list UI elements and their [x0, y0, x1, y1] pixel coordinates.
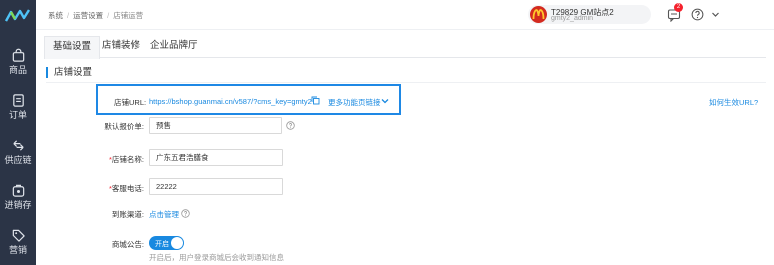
mcdonalds-logo-icon	[532, 9, 545, 20]
phone-label: *客服电话:	[64, 183, 144, 194]
toggle-knob	[171, 237, 183, 249]
avatar	[530, 6, 547, 23]
help-icon[interactable]	[691, 8, 704, 21]
question-icon[interactable]	[286, 121, 295, 130]
notice-hint: 开启后，用户登录商城后会收到通知信息	[149, 253, 284, 262]
tab-brand-hall[interactable]: 企业品牌厅	[142, 36, 206, 58]
breadcrumb: 系统 / 运营设置 / 店铺运营	[48, 10, 143, 21]
message-badge: 2	[674, 3, 683, 12]
breadcrumb-item[interactable]: 运营设置	[73, 11, 103, 20]
section-title: 店铺设置	[46, 67, 92, 78]
tag-icon	[12, 229, 25, 242]
supply-chain-icon	[12, 140, 24, 151]
toggle-label: 开启	[155, 241, 169, 248]
url-help-link[interactable]: 如何生效URL?	[709, 97, 758, 108]
channel-label: 到账渠道:	[111, 210, 144, 219]
sidebar-item-label: 供应链	[4, 155, 32, 165]
store-url-link[interactable]: https://bshop.guanmai.cn/v587/?cms_key=g…	[149, 97, 312, 106]
sidebar-item-goods[interactable]: 商品	[0, 48, 36, 76]
sidebar-item-marketing[interactable]: 营销	[0, 228, 36, 256]
user-menu[interactable]: T29829 GM站点2 gmty2_admin	[528, 5, 651, 24]
chevron-down-icon[interactable]	[711, 10, 720, 19]
inventory-icon	[12, 184, 24, 197]
phone-input[interactable]: 22222	[149, 178, 283, 195]
sidebar-item-label: 进销存	[4, 200, 32, 210]
notice-toggle[interactable]: 开启	[149, 236, 184, 250]
more-links-button[interactable]: 更多功能页链接	[328, 97, 381, 108]
store-name-label-text: 店铺名称:	[111, 155, 144, 164]
question-icon[interactable]	[181, 209, 190, 218]
manage-channel-link[interactable]: 点击管理	[149, 209, 179, 220]
copy-icon[interactable]	[311, 96, 320, 105]
app-logo[interactable]	[5, 8, 31, 24]
notice-label: 商城公告:	[111, 240, 144, 249]
tab-bar: 基础设置 店铺装修 企业品牌厅	[44, 36, 766, 59]
price-sheet-label: 默认报价单:	[104, 122, 144, 131]
chevron-down-icon[interactable]	[381, 97, 389, 105]
store-name-label: *店铺名称:	[64, 154, 144, 165]
breadcrumb-separator: /	[107, 11, 110, 20]
sidebar-item-label: 订单	[8, 110, 27, 120]
sidebar-item-supply-chain[interactable]: 供应链	[0, 138, 36, 166]
tab-basic-settings[interactable]: 基础设置	[44, 36, 101, 59]
section-divider	[46, 82, 766, 83]
bag-icon	[12, 48, 24, 62]
store-name-input[interactable]: 广东五君浩膳食	[149, 149, 283, 166]
sidebar-item-label: 营销	[8, 245, 27, 255]
tab-store-decoration[interactable]: 店铺装修	[94, 36, 148, 58]
top-header: 系统 / 运营设置 / 店铺运营	[36, 0, 774, 30]
sidebar-item-orders[interactable]: 订单	[0, 93, 36, 121]
sidebar-item-inventory[interactable]: 进销存	[0, 183, 36, 211]
user-account: gmty2_admin	[551, 15, 594, 22]
phone-label-text: 客服电话:	[111, 184, 144, 193]
sidebar: 商品 订单 供应链 进销存 营销	[0, 0, 36, 265]
breadcrumb-item[interactable]: 系统	[48, 11, 63, 20]
sidebar-item-label: 商品	[8, 65, 27, 75]
breadcrumb-separator: /	[67, 11, 70, 20]
store-url-label: 店铺URL:	[114, 98, 147, 107]
order-icon	[12, 94, 24, 107]
breadcrumb-current: 店铺运营	[113, 11, 144, 20]
price-sheet-select[interactable]: 预售	[149, 117, 282, 134]
